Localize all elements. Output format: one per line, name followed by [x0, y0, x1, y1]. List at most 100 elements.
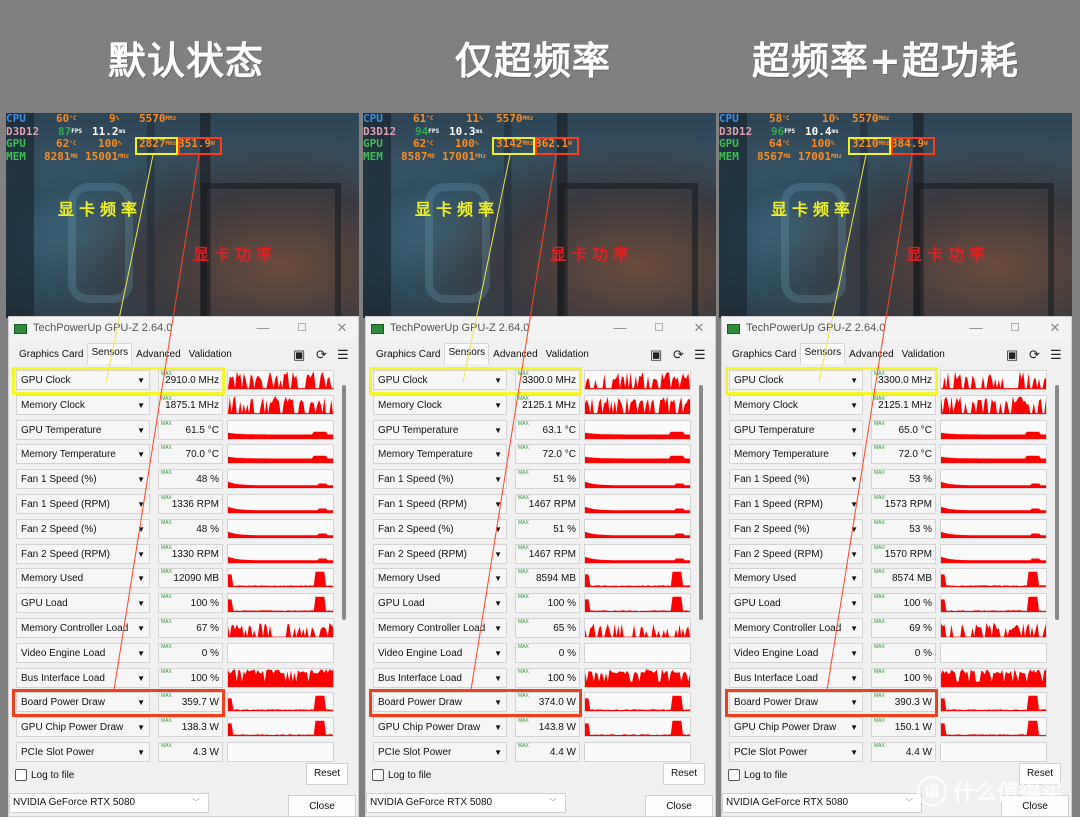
sensor-select[interactable]: Bus Interface Load ▼ — [729, 667, 863, 688]
sensor-select[interactable]: Memory Controller Load ▼ — [16, 617, 150, 638]
dropdown-arrow-icon[interactable]: ▼ — [137, 649, 145, 658]
sensor-select[interactable]: Memory Temperature ▼ — [16, 444, 150, 465]
menu-icon[interactable]: ☰ — [337, 347, 349, 363]
dropdown-arrow-icon[interactable]: ▼ — [137, 748, 145, 757]
dropdown-arrow-icon[interactable]: ▼ — [494, 426, 502, 435]
dropdown-arrow-icon[interactable]: ▼ — [494, 500, 502, 509]
tab-graphics-card[interactable]: Graphics Card — [728, 345, 800, 364]
sensor-select[interactable]: PCIe Slot Power ▼ — [729, 741, 863, 762]
device-select[interactable]: NVIDIA GeForce RTX 5080 ﹀ — [9, 793, 209, 813]
sensor-select[interactable]: Fan 1 Speed (%) ▼ — [16, 469, 150, 490]
dropdown-arrow-icon[interactable]: ▼ — [137, 550, 145, 559]
refresh-icon[interactable]: ⟳ — [316, 347, 327, 363]
sensor-select[interactable]: GPU Load ▼ — [373, 593, 507, 614]
tab-advanced[interactable]: Advanced — [489, 345, 541, 364]
minimize-button[interactable]: — — [609, 319, 631, 337]
dropdown-arrow-icon[interactable]: ▼ — [137, 624, 145, 633]
dropdown-arrow-icon[interactable]: ▼ — [850, 525, 858, 534]
minimize-button[interactable]: — — [252, 319, 274, 337]
dropdown-arrow-icon[interactable]: ▼ — [850, 500, 858, 509]
tab-graphics-card[interactable]: Graphics Card — [15, 345, 87, 364]
minimize-button[interactable]: — — [965, 319, 987, 337]
dropdown-arrow-icon[interactable]: ▼ — [137, 674, 145, 683]
sensor-select[interactable]: GPU Chip Power Draw ▼ — [16, 717, 150, 738]
sensor-select[interactable]: Memory Controller Load ▼ — [729, 617, 863, 638]
sensor-select[interactable]: Fan 2 Speed (RPM) ▼ — [16, 543, 150, 564]
sensor-select[interactable]: GPU Chip Power Draw ▼ — [729, 717, 863, 738]
dropdown-arrow-icon[interactable]: ▼ — [850, 450, 858, 459]
maximize-button[interactable]: ☐ — [1004, 319, 1026, 337]
dropdown-arrow-icon[interactable]: ▼ — [850, 748, 858, 757]
sensor-select[interactable]: Fan 1 Speed (RPM) ▼ — [16, 493, 150, 514]
dropdown-arrow-icon[interactable]: ▼ — [494, 674, 502, 683]
sensor-select[interactable]: GPU Load ▼ — [729, 593, 863, 614]
sensor-select[interactable]: Memory Clock ▼ — [373, 394, 507, 415]
scrollbar[interactable] — [1055, 385, 1059, 620]
sensor-select[interactable]: Fan 2 Speed (%) ▼ — [373, 518, 507, 539]
dropdown-arrow-icon[interactable]: ▼ — [494, 475, 502, 484]
dropdown-arrow-icon[interactable]: ▼ — [850, 649, 858, 658]
scrollbar[interactable] — [699, 385, 703, 620]
sensor-select[interactable]: Video Engine Load ▼ — [373, 642, 507, 663]
dropdown-arrow-icon[interactable]: ▼ — [850, 475, 858, 484]
dropdown-arrow-icon[interactable]: ▼ — [494, 624, 502, 633]
dropdown-arrow-icon[interactable]: ▼ — [137, 525, 145, 534]
dropdown-arrow-icon[interactable]: ▼ — [137, 723, 145, 732]
title-bar[interactable]: TechPowerUp GPU-Z 2.64.0 — ☐ ✕ — [722, 317, 1071, 341]
refresh-icon[interactable]: ⟳ — [673, 347, 684, 363]
dropdown-arrow-icon[interactable]: ▼ — [850, 624, 858, 633]
dropdown-arrow-icon[interactable]: ▼ — [850, 599, 858, 608]
tab-validation[interactable]: Validation — [898, 345, 949, 364]
dropdown-arrow-icon[interactable]: ▼ — [137, 401, 145, 410]
dropdown-arrow-icon[interactable]: ▼ — [494, 401, 502, 410]
sensor-select[interactable]: GPU Temperature ▼ — [373, 419, 507, 440]
log-checkbox-box[interactable] — [15, 769, 27, 781]
dropdown-arrow-icon[interactable]: ▼ — [850, 426, 858, 435]
tab-sensors[interactable]: Sensors — [87, 343, 133, 364]
tab-sensors[interactable]: Sensors — [444, 343, 490, 364]
sensor-select[interactable]: Memory Used ▼ — [16, 568, 150, 589]
maximize-button[interactable]: ☐ — [648, 319, 670, 337]
log-to-file-checkbox[interactable]: Log to file — [372, 769, 431, 781]
tab-graphics-card[interactable]: Graphics Card — [372, 345, 444, 364]
reset-button[interactable]: Reset — [663, 763, 705, 785]
tab-advanced[interactable]: Advanced — [845, 345, 897, 364]
dropdown-arrow-icon[interactable]: ▼ — [137, 426, 145, 435]
sensor-select[interactable]: Fan 2 Speed (%) ▼ — [729, 518, 863, 539]
title-bar[interactable]: TechPowerUp GPU-Z 2.64.0 — ☐ ✕ — [366, 317, 715, 341]
dropdown-arrow-icon[interactable]: ▼ — [137, 475, 145, 484]
close-window-button[interactable]: ✕ — [331, 319, 353, 337]
log-to-file-checkbox[interactable]: Log to file — [15, 769, 74, 781]
sensor-select[interactable]: Memory Temperature ▼ — [729, 444, 863, 465]
dropdown-arrow-icon[interactable]: ▼ — [137, 574, 145, 583]
tab-advanced[interactable]: Advanced — [132, 345, 184, 364]
title-bar[interactable]: TechPowerUp GPU-Z 2.64.0 — ☐ ✕ — [9, 317, 358, 341]
sensor-select[interactable]: Bus Interface Load ▼ — [373, 667, 507, 688]
camera-icon[interactable]: ▣ — [1006, 347, 1018, 363]
dropdown-arrow-icon[interactable]: ▼ — [494, 723, 502, 732]
log-checkbox-box[interactable] — [728, 769, 740, 781]
sensor-select[interactable]: Video Engine Load ▼ — [16, 642, 150, 663]
sensor-select[interactable]: PCIe Slot Power ▼ — [16, 741, 150, 762]
sensor-select[interactable]: Fan 2 Speed (%) ▼ — [16, 518, 150, 539]
dropdown-arrow-icon[interactable]: ▼ — [494, 574, 502, 583]
menu-icon[interactable]: ☰ — [694, 347, 706, 363]
dropdown-arrow-icon[interactable]: ▼ — [137, 599, 145, 608]
sensor-select[interactable]: PCIe Slot Power ▼ — [373, 741, 507, 762]
log-checkbox-box[interactable] — [372, 769, 384, 781]
sensor-select[interactable]: Memory Used ▼ — [729, 568, 863, 589]
sensor-select[interactable]: Fan 1 Speed (%) ▼ — [729, 469, 863, 490]
sensor-select[interactable]: Memory Temperature ▼ — [373, 444, 507, 465]
camera-icon[interactable]: ▣ — [293, 347, 305, 363]
refresh-icon[interactable]: ⟳ — [1029, 347, 1040, 363]
sensor-select[interactable]: Memory Clock ▼ — [729, 394, 863, 415]
dropdown-arrow-icon[interactable]: ▼ — [137, 500, 145, 509]
tab-sensors[interactable]: Sensors — [800, 343, 846, 364]
dropdown-arrow-icon[interactable]: ▼ — [137, 450, 145, 459]
sensor-select[interactable]: Fan 1 Speed (RPM) ▼ — [373, 493, 507, 514]
sensor-select[interactable]: Video Engine Load ▼ — [729, 642, 863, 663]
dropdown-arrow-icon[interactable]: ▼ — [850, 574, 858, 583]
camera-icon[interactable]: ▣ — [650, 347, 662, 363]
close-window-button[interactable]: ✕ — [1044, 319, 1066, 337]
close-window-button[interactable]: ✕ — [688, 319, 710, 337]
